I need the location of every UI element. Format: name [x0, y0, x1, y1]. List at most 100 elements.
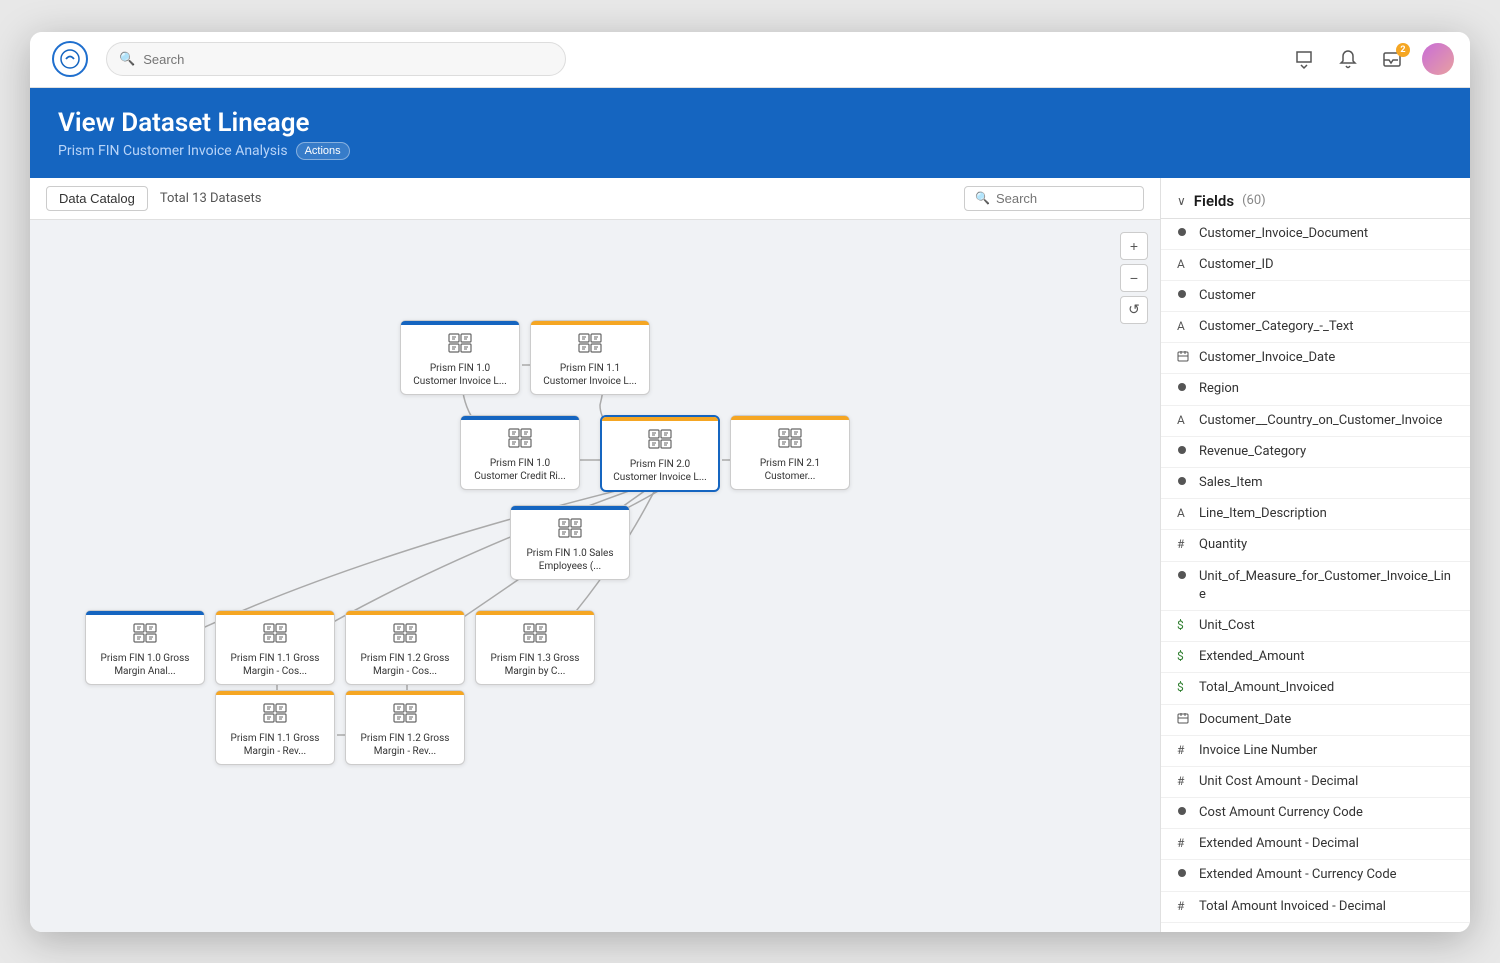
field-item[interactable]: # Invoice Line Number [1161, 736, 1470, 767]
field-item[interactable]: Region [1161, 374, 1470, 405]
field-type-icon: A [1177, 413, 1191, 427]
reset-button[interactable]: ↺ [1120, 296, 1148, 324]
node-dataset-icon [508, 428, 532, 453]
field-item[interactable]: Revenue_Category [1161, 437, 1470, 468]
field-item[interactable]: $ Unit_Cost [1161, 611, 1470, 642]
field-name: Customer_Category_-_Text [1199, 318, 1354, 336]
canvas-search-input[interactable] [996, 191, 1133, 206]
chat-icon[interactable] [1290, 45, 1318, 73]
dataset-node[interactable]: Prism FIN 2.0 Customer Invoice L... [600, 415, 720, 492]
field-type-icon [1177, 444, 1191, 458]
app-window: 🔍 2 [30, 32, 1470, 932]
right-panel: ∨ Fields (60) Customer_Invoice_Document … [1160, 178, 1470, 932]
bell-icon[interactable] [1334, 45, 1362, 73]
fields-header: ∨ Fields (60) [1161, 178, 1470, 219]
page-header: View Dataset Lineage Prism FIN Customer … [30, 88, 1470, 178]
field-name: Customer [1199, 287, 1256, 305]
user-avatar[interactable] [1422, 43, 1454, 75]
actions-button[interactable]: Actions [296, 142, 350, 160]
field-type-icon: $ [1177, 618, 1191, 632]
field-name: Line_Item_Description [1199, 505, 1327, 523]
field-item[interactable]: # Unit Cost Amount - Decimal [1161, 767, 1470, 798]
dataset-node[interactable]: Prism FIN 2.1 Customer... [730, 415, 850, 490]
node-body: Prism FIN 1.2 Gross Margin - Rev... [346, 695, 464, 764]
zoom-in-button[interactable]: + [1120, 232, 1148, 260]
data-catalog-button[interactable]: Data Catalog [46, 186, 148, 211]
search-input[interactable] [143, 52, 553, 67]
field-type-icon: # [1177, 743, 1191, 757]
node-dataset-icon [778, 428, 802, 453]
field-type-icon [1177, 350, 1191, 365]
dataset-node[interactable]: Prism FIN 1.1 Gross Margin - Cos... [215, 610, 335, 685]
node-dataset-icon [558, 518, 582, 543]
lineage-canvas: + − ↺ [30, 220, 1160, 932]
dataset-node[interactable]: Prism FIN 1.0 Gross Margin Anal... [85, 610, 205, 685]
field-item[interactable]: Document_Date [1161, 705, 1470, 736]
field-name: Customer_Invoice_Date [1199, 349, 1335, 367]
node-label: Prism FIN 2.0 Customer Invoice L... [608, 458, 712, 484]
field-item[interactable]: # Total Amount Invoiced - Decimal [1161, 892, 1470, 923]
canvas-search-bar[interactable]: 🔍 [964, 186, 1144, 211]
node-label: Prism FIN 1.1 Gross Margin - Rev... [222, 732, 328, 758]
dataset-node[interactable]: Prism FIN 1.2 Gross Margin - Cos... [345, 610, 465, 685]
inbox-icon[interactable]: 2 [1378, 45, 1406, 73]
dataset-node[interactable]: Prism FIN 1.0 Customer Credit Ri... [460, 415, 580, 490]
dataset-node[interactable]: Prism FIN 1.0 Sales Employees (... [510, 505, 630, 580]
dataset-node[interactable]: Prism FIN 1.2 Gross Margin - Rev... [345, 690, 465, 765]
content-area: Data Catalog Total 13 Datasets 🔍 + − ↺ [30, 178, 1470, 932]
nav-right: 2 [1290, 43, 1454, 75]
node-body: Prism FIN 2.1 Customer... [731, 420, 849, 489]
node-label: Prism FIN 1.2 Gross Margin - Rev... [352, 732, 458, 758]
field-item[interactable]: Customer_Invoice_Document [1161, 219, 1470, 250]
field-item[interactable]: Unit_of_Measure_for_Customer_Invoice_Lin… [1161, 562, 1470, 611]
node-label: Prism FIN 1.2 Gross Margin - Cos... [352, 652, 458, 678]
canvas-search-icon: 🔍 [975, 191, 990, 205]
field-item[interactable]: Cost Amount Currency Code [1161, 798, 1470, 829]
field-item[interactable]: $ Extended_Amount [1161, 642, 1470, 673]
field-type-icon [1177, 475, 1191, 489]
field-item[interactable]: Sales_Item [1161, 468, 1470, 499]
node-body: Prism FIN 1.0 Sales Employees (... [511, 510, 629, 579]
dataset-node[interactable]: Prism FIN 1.1 Gross Margin - Rev... [215, 690, 335, 765]
field-item[interactable]: # Quantity [1161, 530, 1470, 561]
node-body: Prism FIN 1.1 Gross Margin - Rev... [216, 695, 334, 764]
subtitle-text: Prism FIN Customer Invoice Analysis [58, 143, 288, 159]
field-item[interactable]: Extended Amount - Currency Code [1161, 860, 1470, 891]
fields-count: (60) [1242, 193, 1266, 208]
field-name: Customer__Country_on_Customer_Invoice [1199, 412, 1442, 430]
field-name: Cost Amount Currency Code [1199, 804, 1363, 822]
node-body: Prism FIN 1.0 Customer Credit Ri... [461, 420, 579, 489]
zoom-out-button[interactable]: − [1120, 264, 1148, 292]
dataset-node[interactable]: Prism FIN 1.1 Customer Invoice L... [530, 320, 650, 395]
field-name: Quantity [1199, 536, 1247, 554]
field-item[interactable]: $ Total_Amount_Invoiced [1161, 673, 1470, 704]
node-label: Prism FIN 1.0 Customer Invoice L... [407, 362, 513, 388]
field-name: Extended Amount - Decimal [1199, 835, 1359, 853]
field-item[interactable]: A Customer__Country_on_Customer_Invoice [1161, 406, 1470, 437]
node-label: Prism FIN 2.1 Customer... [737, 457, 843, 483]
field-item[interactable]: A Line_Item_Description [1161, 499, 1470, 530]
fields-collapse-toggle[interactable]: ∨ [1177, 194, 1186, 208]
field-item[interactable]: A Customer_ID [1161, 250, 1470, 281]
node-body: Prism FIN 1.0 Customer Invoice L... [401, 325, 519, 394]
field-item[interactable]: Customer [1161, 281, 1470, 312]
dataset-node[interactable]: Prism FIN 1.0 Customer Invoice L... [400, 320, 520, 395]
top-nav: 🔍 2 [30, 32, 1470, 88]
field-type-icon: # [1177, 774, 1191, 788]
page-subtitle: Prism FIN Customer Invoice Analysis Acti… [58, 142, 1442, 160]
field-type-icon [1177, 288, 1191, 302]
top-search-bar[interactable]: 🔍 [106, 42, 566, 76]
field-name: Total_Amount_Invoiced [1199, 679, 1334, 697]
page-title: View Dataset Lineage [58, 108, 1442, 138]
node-label: Prism FIN 1.0 Customer Credit Ri... [467, 457, 573, 483]
main-canvas: Data Catalog Total 13 Datasets 🔍 + − ↺ [30, 178, 1160, 932]
field-item[interactable]: A Customer_Category_-_Text [1161, 312, 1470, 343]
field-item[interactable]: # Extended Amount - Decimal [1161, 829, 1470, 860]
node-label: Prism FIN 1.0 Sales Employees (... [517, 547, 623, 573]
node-body: Prism FIN 1.2 Gross Margin - Cos... [346, 615, 464, 684]
dataset-node[interactable]: Prism FIN 1.3 Gross Margin by C... [475, 610, 595, 685]
node-body: Prism FIN 1.1 Gross Margin - Cos... [216, 615, 334, 684]
field-type-icon: $ [1177, 649, 1191, 663]
field-name: Invoice Line Number [1199, 742, 1317, 760]
field-item[interactable]: Customer_Invoice_Date [1161, 343, 1470, 374]
